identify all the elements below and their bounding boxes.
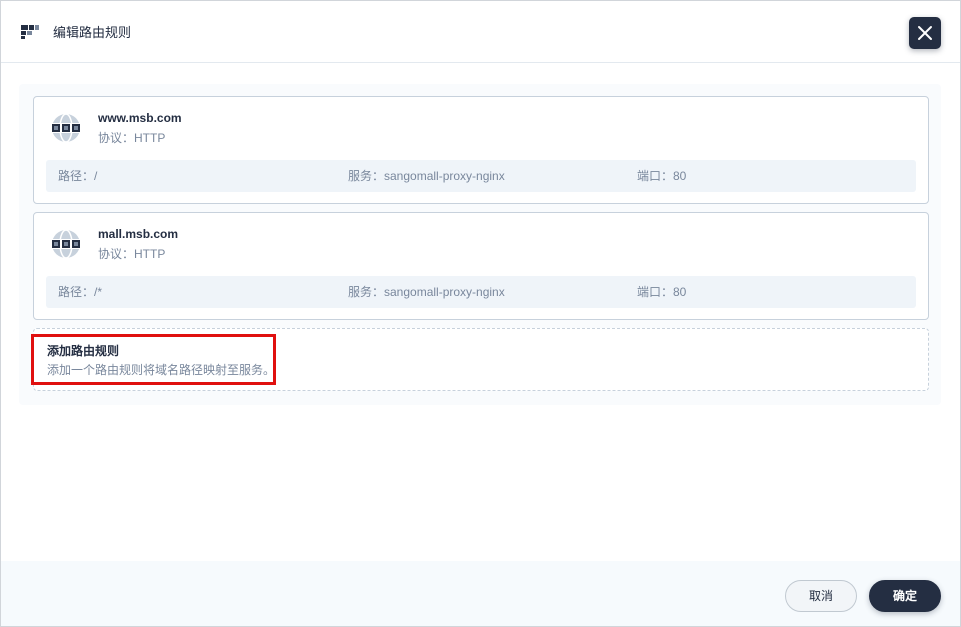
globe-icon (51, 113, 81, 143)
rule-port: 端口：80 (637, 169, 687, 183)
rule-port: 端口：80 (637, 285, 687, 299)
rule-path-row: 路径：/ 服务：sangomall-proxy-nginx 端口：80 (46, 160, 916, 192)
cancel-button[interactable]: 取消 (785, 580, 857, 612)
add-rule-title: 添加路由规则 (47, 344, 120, 358)
rule-path: 路径：/* (58, 285, 103, 299)
dialog-title: 编辑路由规则 (53, 25, 132, 40)
dialog-footer: 取消 确定 (1, 561, 960, 626)
route-rule-card[interactable]: www.msb.com 协议：HTTP 路径：/ 服务：sangomall-pr… (33, 96, 929, 204)
rule-path-row: 路径：/* 服务：sangomall-proxy-nginx 端口：80 (46, 276, 916, 308)
route-rule-card[interactable]: mall.msb.com 协议：HTTP 路径：/* 服务：sangomall-… (33, 212, 929, 320)
globe-icon (51, 229, 81, 259)
rule-service: 服务：sangomall-proxy-nginx (348, 169, 505, 183)
close-button[interactable] (909, 17, 941, 49)
rule-protocol: 协议：HTTP (98, 131, 166, 145)
add-route-rule-button[interactable]: 添加路由规则 添加一个路由规则将域名路径映射至服务。 (33, 328, 929, 391)
add-rule-description: 添加一个路由规则将域名路径映射至服务。 (47, 363, 276, 377)
rule-host: mall.msb.com (98, 227, 179, 241)
rule-host: www.msb.com (98, 111, 182, 125)
route-icon (21, 25, 39, 39)
rule-service: 服务：sangomall-proxy-nginx (348, 285, 505, 299)
rule-path: 路径：/ (58, 169, 98, 183)
rule-protocol: 协议：HTTP (98, 247, 166, 261)
confirm-button[interactable]: 确定 (869, 580, 941, 612)
dialog-body: www.msb.com 协议：HTTP 路径：/ 服务：sangomall-pr… (1, 64, 960, 561)
route-rules-panel: www.msb.com 协议：HTTP 路径：/ 服务：sangomall-pr… (19, 84, 941, 405)
edit-route-rules-dialog: 编辑路由规则 www.msb.com 协议：HTTP 路径：/ 服务：sango… (0, 0, 961, 627)
dialog-header: 编辑路由规则 (1, 1, 960, 63)
close-icon (918, 26, 932, 40)
